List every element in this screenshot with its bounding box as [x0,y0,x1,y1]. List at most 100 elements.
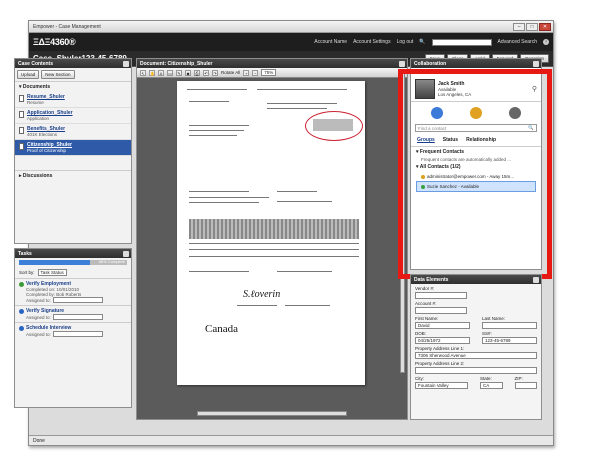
vendor-label: Vendor #: [415,286,435,291]
assignee-select[interactable] [52,331,103,337]
document-icon [19,143,24,150]
assigned-label: Assigned to: [26,297,51,303]
print-icon[interactable]: ⎙ [194,69,200,76]
advanced-search-link[interactable]: Advanced Search [498,39,537,45]
assignee-select[interactable] [52,314,103,320]
collapse-icon[interactable] [399,60,405,67]
discussions-section-header[interactable]: ▸ Discussions [15,170,131,181]
document-toolbar: ↖ ✋ A ▭ ✎ ◆ ⎙ ↶ ↷ Rotate All + − 75% [137,68,407,78]
documents-section-label: Documents [22,84,51,90]
collaboration-header: Collaboration [411,59,541,68]
rotate-all-button[interactable]: Rotate All [221,70,240,75]
maximize-button[interactable]: □ [526,22,538,31]
progress-fill [19,260,91,265]
city-field[interactable]: Fountain Valley [415,382,468,389]
document-horizontal-scrollbar[interactable] [197,411,347,416]
data-elements-title: Data Elements [414,276,449,283]
sort-label: Sort by: [19,270,35,275]
first-name-field[interactable]: David [415,322,470,329]
address-line2-label: Property Address Line 2: [415,361,465,366]
documents-section-header[interactable]: ▾ Documents [15,81,131,92]
document-item-benefits[interactable]: Benefits_Shuler 401K Elections [15,124,131,140]
zip-label: ZIP: [514,376,523,381]
task-item-verify-employment[interactable]: Verify Employment Completed on: 10/01/20… [15,278,131,305]
account-field[interactable] [415,307,467,314]
nav-log-out[interactable]: Log out [397,39,414,45]
help-icon[interactable]: ? [543,39,549,45]
sort-select[interactable]: Task Status [37,269,67,276]
zoom-out-icon[interactable]: − [252,69,259,76]
ssn-label: SS#: [482,331,492,336]
collapse-icon[interactable] [123,250,129,257]
close-window-button[interactable]: ✕ [539,22,551,31]
task-item-verify-signature[interactable]: Verify Signature Assigned to: [15,305,131,322]
redo-icon[interactable]: ↷ [212,69,218,76]
document-icon [19,111,24,118]
discussions-section-label: Discussions [22,173,53,179]
assigned-label: Assigned to: [26,331,51,337]
case-contents-title: Case Contents [18,60,54,67]
new-section-button[interactable]: New Section [41,70,75,79]
city-label: City: [415,376,424,381]
window-title: Empower - Case Management [33,23,101,30]
upload-button[interactable]: Upload [17,70,40,79]
check-icon [19,281,24,287]
stamp-mark [313,119,353,131]
search-icon: 🔍 [419,39,426,45]
document-item-resume[interactable]: Resume_Shuler Resume [15,92,131,108]
tasks-header: Tasks [15,249,131,258]
task-item-schedule-interview[interactable]: Schedule Interview Assigned to: [15,322,131,339]
highlight-tool-icon[interactable]: ▭ [167,69,173,76]
document-item-citizenship[interactable]: Citizenship_Shuler Proof of Citizenship [15,140,131,156]
select-tool-icon[interactable]: ↖ [140,69,146,76]
nav-account-settings[interactable]: Account Settings [353,39,391,45]
document-header: Document: Citizenship_Shuler [137,59,407,68]
account-label: Account #: [415,301,437,306]
ssn-field[interactable]: 123-45-6789 [482,337,537,344]
zoom-in-icon[interactable]: + [243,69,250,76]
document-page: S.ℓoverin Canada [177,81,365,385]
state-label: State: [480,376,492,381]
data-elements-header: Data Elements [411,275,541,284]
canada-wordmark: Canada [205,323,238,335]
address-line2-field[interactable] [415,367,537,374]
address-line1-field[interactable]: 7306 Sherwood Avenue [415,352,537,359]
collapse-icon[interactable] [533,60,539,67]
highlight-box [398,69,552,279]
zip-field[interactable] [514,382,537,389]
last-name-field[interactable] [482,322,537,329]
data-elements-panel: Data Elements Vendor #: Account #: First… [410,274,542,420]
state-select[interactable]: CA [480,382,503,389]
pan-tool-icon[interactable]: ✋ [149,69,155,76]
redacted-box [189,219,359,239]
global-search-input[interactable] [431,38,492,46]
stamp-tool-icon[interactable]: ◆ [185,69,191,76]
nav-account-name[interactable]: Account Name [314,39,347,45]
minimize-button[interactable]: – [513,22,525,31]
document-item-application[interactable]: Application_Shuler Application [15,108,131,124]
first-name-label: First Name: [415,316,439,321]
document-viewer-title: Document: Citizenship_Shuler [140,60,213,67]
status-text: Done [33,438,45,444]
app-header: ΞΔΞ4360® Account Name Account Settings L… [29,33,553,51]
dob-field[interactable]: 04/25/1972 [415,337,470,344]
collaboration-title: Collaboration [414,60,447,67]
undo-icon[interactable]: ↶ [203,69,209,76]
document-subtitle: Proof of Citizenship [27,148,67,153]
document-subtitle: Application [27,116,50,121]
pen-tool-icon[interactable]: ✎ [176,69,182,76]
tasks-panel: Tasks 66% Complete Sort by: Task Status … [14,248,132,408]
collapse-icon[interactable] [123,60,129,67]
last-name-label: Last Name: [482,316,506,321]
assignee-select[interactable] [52,297,103,303]
progress-text: 66% Complete [98,259,125,264]
dob-label: DOB: [415,331,427,336]
vendor-field[interactable] [415,292,467,299]
task-status-icon [19,325,24,331]
document-icon [19,127,24,134]
collapse-icon[interactable] [533,276,539,283]
title-bar: Empower - Case Management – □ ✕ [29,21,553,33]
zoom-select[interactable]: 75% [261,69,277,76]
document-subtitle: 401K Elections [27,132,58,137]
text-tool-icon[interactable]: A [158,69,164,76]
